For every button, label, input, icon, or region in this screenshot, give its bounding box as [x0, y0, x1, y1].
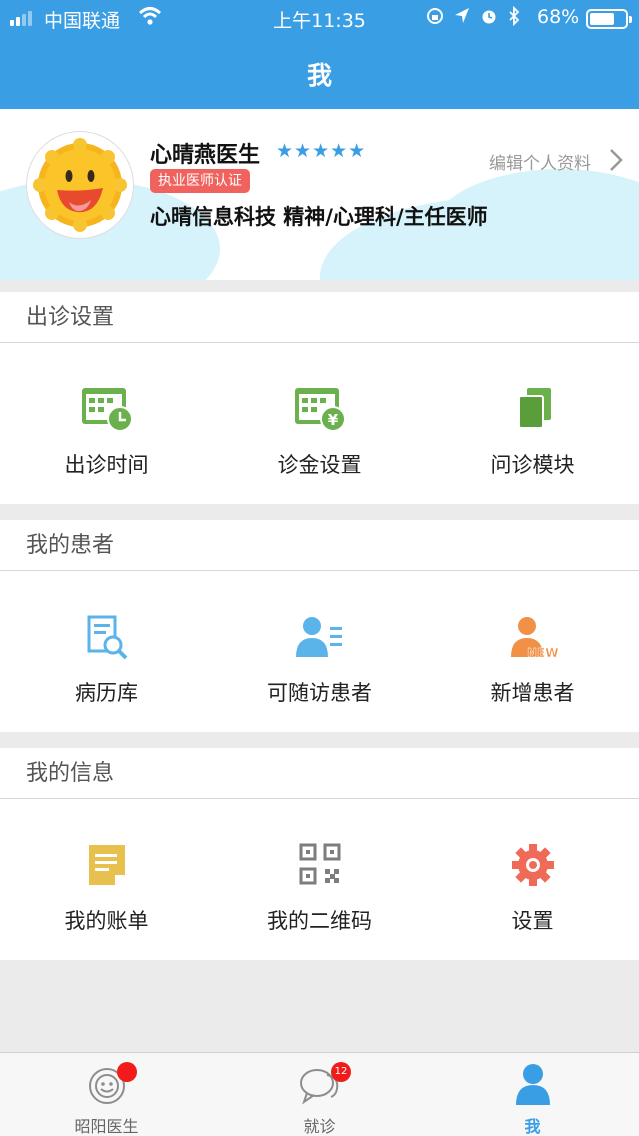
tab-label: 就诊 — [303, 1117, 336, 1136]
chevron-right-icon[interactable] — [608, 147, 624, 173]
clinic-settings-section: 出诊设置 出诊时间 ¥ 诊金设置 问诊模块 — [0, 292, 639, 504]
item-label: 问诊模块 — [490, 453, 575, 477]
alarm-icon — [482, 10, 496, 24]
item-label: 我的账单 — [64, 909, 149, 933]
clinic-time-item[interactable]: 出诊时间 — [0, 343, 213, 504]
unread-badge: 12 — [331, 1062, 351, 1082]
qr-code-icon — [299, 843, 340, 885]
fee-settings-item[interactable]: ¥ 诊金设置 — [213, 343, 426, 504]
bluetooth-icon — [509, 6, 520, 26]
section-title: 出诊设置 — [0, 292, 639, 343]
profile-card[interactable]: 心晴燕医生 ★★★★★ 执业医师认证 心晴信息科技 精神/心理科/主任医师 编辑… — [0, 109, 639, 280]
sun-face-icon — [33, 138, 127, 232]
calendar-yen-icon: ¥ — [294, 388, 346, 432]
item-label: 出诊时间 — [64, 453, 149, 477]
my-bill-item[interactable]: 我的账单 — [0, 799, 213, 960]
tab-label: 昭阳医生 — [74, 1117, 139, 1136]
location-icon — [455, 8, 469, 23]
section-title: 我的患者 — [0, 520, 639, 571]
patient-list-icon — [295, 617, 342, 657]
item-label: 新增患者 — [490, 681, 575, 705]
record-search-icon — [87, 615, 127, 660]
rating-stars: ★★★★★ — [276, 140, 367, 162]
tab-consult[interactable]: 12 就诊 — [213, 1053, 426, 1136]
new-tag: NEW — [527, 646, 558, 660]
item-label: 可随访患者 — [267, 681, 372, 705]
battery-icon — [586, 9, 632, 29]
top-bar: 中国联通 上午11:35 68% 我 — [0, 0, 639, 109]
item-label: 我的二维码 — [267, 909, 372, 933]
my-qrcode-item[interactable]: 我的二维码 — [213, 799, 426, 960]
doctor-title: 心晴信息科技 精神/心理科/主任医师 — [150, 205, 488, 229]
calendar-clock-icon — [81, 388, 133, 432]
item-label: 设置 — [511, 909, 554, 933]
notification-dot — [117, 1062, 137, 1082]
gear-icon — [511, 844, 554, 886]
avatar[interactable] — [26, 131, 134, 239]
new-patients-item[interactable]: NEW 新增患者 — [426, 571, 639, 732]
status-icons — [426, 6, 520, 26]
section-title: 我的信息 — [0, 748, 639, 799]
svg-text:¥: ¥ — [327, 411, 338, 429]
item-label: 诊金设置 — [277, 453, 362, 477]
stacked-pages-icon — [517, 388, 551, 429]
status-bar: 中国联通 上午11:35 68% — [0, 0, 639, 36]
tab-home[interactable]: 昭阳医生 — [0, 1053, 213, 1136]
item-label: 病历库 — [75, 681, 138, 705]
rotation-lock-icon — [427, 8, 443, 24]
person-icon — [515, 1064, 550, 1105]
record-library-item[interactable]: 病历库 — [0, 571, 213, 732]
consult-module-item[interactable]: 问诊模块 — [426, 343, 639, 504]
new-patient-icon: NEW — [510, 617, 558, 660]
my-patients-section: 我的患者 病历库 可随访患者 NEW 新增患者 — [0, 520, 639, 732]
page-title: 我 — [306, 61, 332, 90]
settings-item[interactable]: 设置 — [426, 799, 639, 960]
certification-badge: 执业医师认证 — [150, 169, 250, 193]
battery-percent: 68% — [537, 6, 580, 28]
edit-profile-link[interactable]: 编辑个人资料 — [489, 149, 591, 174]
bill-icon — [88, 845, 125, 885]
tab-bar: 昭阳医生 12 就诊 我 — [0, 1052, 639, 1136]
my-info-section: 我的信息 我的账单 我的二维码 设置 — [0, 748, 639, 960]
followup-patients-item[interactable]: 可随访患者 — [213, 571, 426, 732]
doctor-name: 心晴燕医生 — [150, 143, 261, 168]
tab-me[interactable]: 我 — [426, 1053, 639, 1136]
tab-label: 我 — [524, 1117, 541, 1136]
